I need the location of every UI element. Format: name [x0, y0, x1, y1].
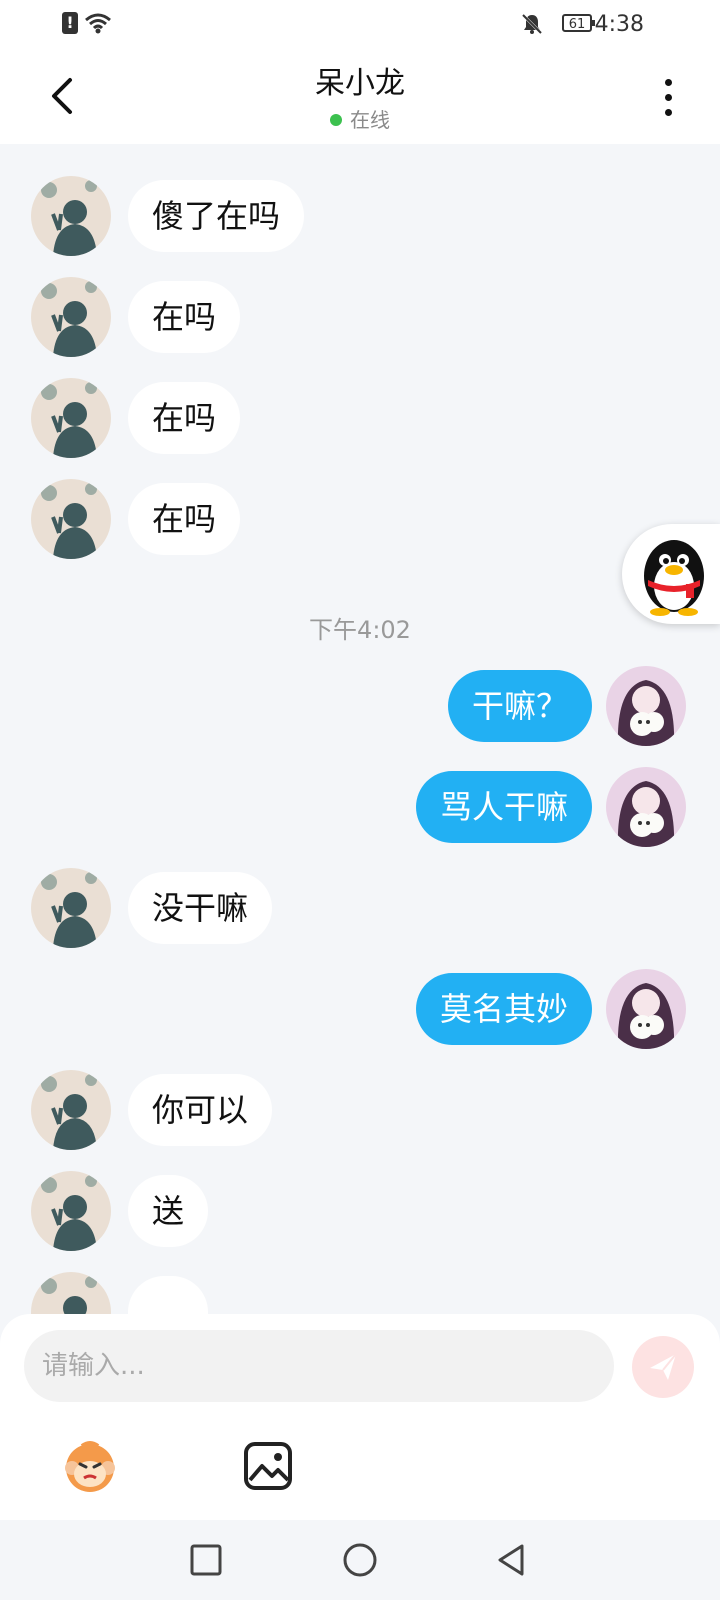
- message-bubble[interactable]: 傻了在吗: [128, 180, 305, 252]
- nav-back-icon[interactable]: [494, 1542, 530, 1578]
- more-icon[interactable]: [660, 76, 676, 116]
- my-avatar[interactable]: [606, 969, 686, 1049]
- my-avatar[interactable]: [606, 767, 686, 847]
- system-nav-bar: [0, 1520, 720, 1600]
- message-bubble[interactable]: 在吗: [128, 382, 241, 454]
- message-row: 在吗: [0, 479, 720, 559]
- send-button[interactable]: [632, 1336, 694, 1398]
- message-bubble[interactable]: 没干嘛: [128, 872, 273, 944]
- message-row: 在吗: [0, 378, 720, 458]
- image-icon[interactable]: [240, 1436, 300, 1496]
- status-left-icons: !: [62, 12, 112, 34]
- message-timestamp: 下午4:02: [309, 616, 411, 644]
- contact-avatar[interactable]: [31, 479, 111, 559]
- contact-avatar[interactable]: [31, 1272, 111, 1314]
- contact-avatar[interactable]: [31, 176, 111, 256]
- contact-avatar[interactable]: [31, 1070, 111, 1150]
- wifi-icon: [85, 13, 111, 34]
- message-bubble[interactable]: 你可以: [128, 1074, 273, 1146]
- message-bubble[interactable]: 在吗: [128, 281, 241, 353]
- battery-icon: 61: [562, 14, 595, 32]
- contact-avatar[interactable]: [31, 868, 111, 948]
- message-row: 送: [0, 1171, 720, 1251]
- muted-bell-icon: [521, 13, 543, 35]
- message-row: 在吗: [0, 277, 720, 357]
- presence-label: 在线: [350, 108, 390, 132]
- message-bubble[interactable]: 莫名其妙: [415, 973, 592, 1045]
- message-row: 傻了在吗: [0, 176, 720, 256]
- contact-avatar[interactable]: [31, 1171, 111, 1251]
- message-bubble[interactable]: 在吗: [128, 483, 241, 555]
- message-row: 干嘛？: [0, 666, 720, 746]
- emoji-icon[interactable]: [60, 1436, 120, 1496]
- message-bubble[interactable]: 骂人干嘛: [415, 771, 592, 843]
- message-row: 骂人干嘛: [0, 767, 720, 847]
- message-bubble[interactable]: [128, 1276, 208, 1314]
- message-row: 没干嘛: [0, 868, 720, 948]
- contact-name: 呆小龙: [315, 66, 405, 101]
- send-icon: [650, 1353, 677, 1380]
- message-bubble[interactable]: 送: [128, 1175, 209, 1247]
- composer-panel: [0, 1314, 720, 1520]
- status-time: 4:38: [594, 12, 644, 37]
- message-bubble[interactable]: 干嘛？: [447, 670, 592, 742]
- presence-status: 在线: [0, 104, 720, 133]
- message-row: 莫名其妙: [0, 969, 720, 1049]
- floating-qq-button[interactable]: [622, 524, 720, 624]
- message-list[interactable]: 傻了在吗 在吗 在吗 在吗 下午4:02 干嘛？ 骂人干嘛 没干嘛 莫名其妙 你…: [0, 144, 720, 1314]
- online-dot: [330, 114, 342, 126]
- contact-avatar[interactable]: [31, 378, 111, 458]
- nav-home-icon[interactable]: [342, 1542, 378, 1578]
- alert-icon: !: [62, 12, 78, 34]
- chat-header: 呆小龙 在线: [0, 48, 720, 144]
- message-row: 你可以: [0, 1070, 720, 1150]
- contact-avatar[interactable]: [31, 277, 111, 357]
- status-bar: ! 61 4:38: [0, 0, 720, 48]
- message-row-partial: [0, 1272, 720, 1314]
- nav-recents-icon[interactable]: [188, 1542, 224, 1578]
- my-avatar[interactable]: [606, 666, 686, 746]
- qq-penguin-icon: [644, 540, 704, 616]
- message-input[interactable]: [24, 1330, 614, 1402]
